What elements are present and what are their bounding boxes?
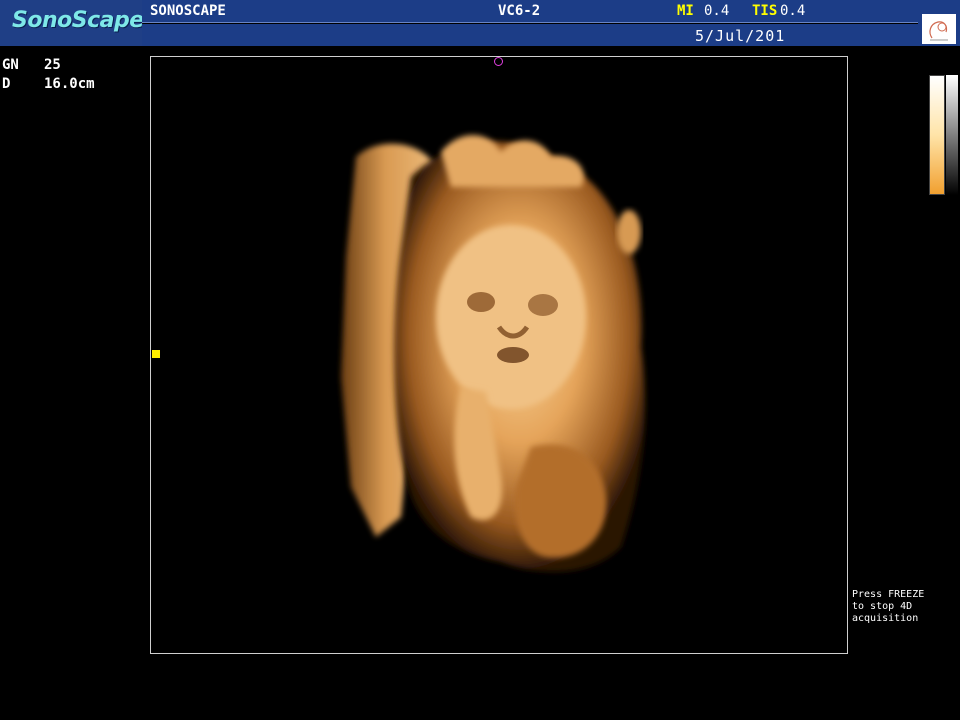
fetal-3d-render <box>341 135 645 572</box>
render-viewport[interactable] <box>150 56 848 654</box>
top-header: SonoScape SONOSCAPE VC6-2 MI 0.4 TIS 0.4… <box>0 0 960 46</box>
status-line-1: Press FREEZE <box>852 589 925 600</box>
probe-name: VC6-2 <box>498 3 541 19</box>
orientation-circle-icon <box>494 57 503 66</box>
mi-value: 0.4 <box>704 3 730 19</box>
status-line-3: acquisition <box>852 613 919 624</box>
render-color-scale <box>929 75 945 195</box>
sonoscape-logo: SonoScape <box>12 8 144 33</box>
tis-value: 0.4 <box>780 3 806 19</box>
gain-label: GN <box>2 57 19 73</box>
probe-thumbnail-icon <box>922 14 956 44</box>
logo-panel: SonoScape <box>0 0 144 46</box>
mi-label: MI <box>677 3 694 19</box>
focus-marker-icon <box>152 350 160 358</box>
gain-row: GN 25 <box>2 56 95 75</box>
tis-label: TIS <box>752 3 778 19</box>
status-message: Press FREEZE to stop 4D acquisition <box>852 589 958 625</box>
imaging-parameters: GN 25 D 16.0cm <box>2 56 95 94</box>
brand-name: SONOSCAPE <box>150 3 226 19</box>
depth-label: D <box>2 76 11 92</box>
gain-value: 25 <box>44 57 61 73</box>
header-date-bar: 5/Jul/201 <box>142 24 918 46</box>
gray-scale-bar <box>946 75 958 195</box>
exam-date: 5/Jul/201 <box>695 27 786 45</box>
header-info-bar: SONOSCAPE VC6-2 MI 0.4 TIS 0.4 <box>142 0 918 23</box>
status-line-2: to stop 4D <box>852 601 913 612</box>
depth-row: D 16.0cm <box>2 75 95 94</box>
probe-thumbnail <box>918 0 960 46</box>
depth-value: 16.0cm <box>44 76 95 92</box>
